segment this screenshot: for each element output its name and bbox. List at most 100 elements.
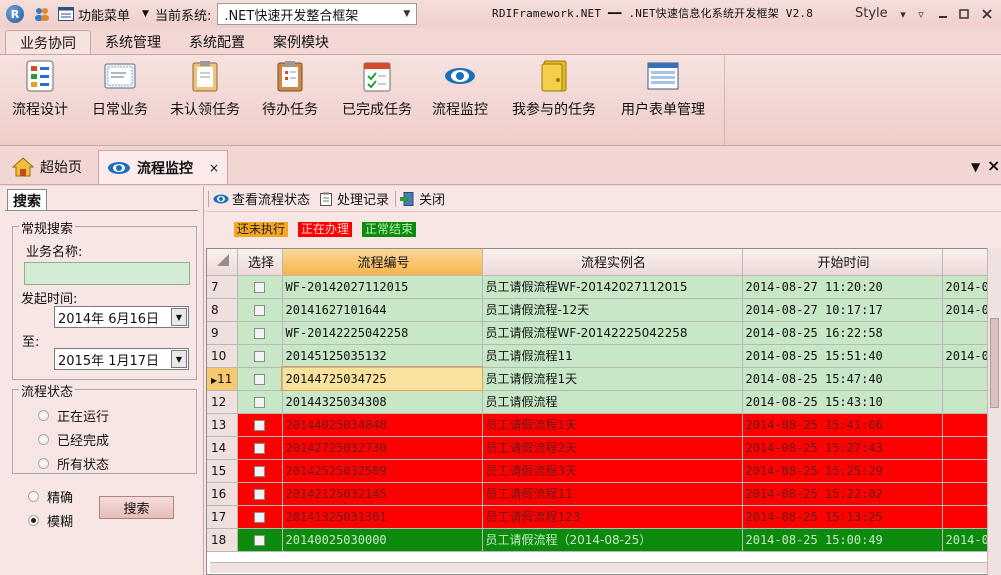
tab-start-page[interactable]: 超始页 — [4, 150, 90, 184]
cell-instance-name[interactable]: 员工请假流程-12天 — [482, 298, 743, 322]
checkbox-icon[interactable] — [254, 281, 265, 293]
row-checkbox[interactable] — [237, 321, 283, 345]
select-all-corner[interactable] — [207, 249, 238, 276]
checkbox-icon[interactable] — [254, 396, 265, 408]
cell-start-time[interactable]: 2014-08-25 15:13:25 — [742, 505, 943, 529]
checkbox-icon[interactable] — [254, 511, 265, 523]
tab-list-chevron-icon[interactable]: ▼ — [971, 160, 980, 174]
table-row[interactable]: 10 20145125035132 员工请假流程11 2014-08-25 15:51… — [207, 344, 1000, 368]
cell-workflow-id[interactable]: 20142125032145 — [282, 482, 483, 506]
cell-workflow-id[interactable]: 20140025030000 — [282, 528, 483, 552]
checkbox-icon[interactable] — [254, 442, 265, 454]
row-header[interactable]: 14 — [207, 436, 238, 460]
status-completed-radio[interactable]: 已经完成 — [38, 430, 109, 449]
menu-icon[interactable] — [58, 6, 74, 22]
vertical-scrollbar[interactable] — [987, 248, 1001, 575]
row-header[interactable]: ▶11 — [207, 367, 238, 391]
cell-start-time[interactable]: 2014-08-25 15:27:43 — [742, 436, 943, 460]
column-header-instance-name[interactable]: 流程实例名 — [482, 249, 743, 276]
cell-workflow-id[interactable]: WF-20142225042258 — [282, 321, 483, 345]
checkbox-icon[interactable] — [254, 534, 265, 546]
cell-workflow-id[interactable]: 20142725032730 — [282, 436, 483, 460]
current-system-select[interactable]: .NET快速开发整合框架 ▼ — [217, 3, 418, 25]
checkbox-icon[interactable] — [254, 419, 265, 431]
match-fuzzy-radio[interactable]: 模糊 — [28, 511, 73, 530]
cell-start-time[interactable]: 2014-08-25 16:22:58 — [742, 321, 943, 345]
process-log-button[interactable]: 处理记录 — [318, 189, 389, 208]
close-all-tabs-icon[interactable]: × — [987, 156, 1000, 175]
table-row[interactable]: 8 20141627101644 员工请假流程-12天 2014-08-27 10:1… — [207, 298, 1000, 322]
cell-workflow-id[interactable]: 20145125035132 — [282, 344, 483, 368]
cell-start-time[interactable]: 2014-08-25 15:00:49 — [742, 528, 943, 552]
maximize-icon[interactable] — [957, 7, 971, 21]
row-checkbox[interactable] — [237, 482, 283, 506]
cell-instance-name[interactable]: 员工请假流程 — [482, 390, 743, 414]
cell-instance-name[interactable]: 员工请假流程（2014-08-25） — [482, 528, 743, 552]
business-name-input[interactable] — [24, 262, 190, 285]
help-icon[interactable]: ▿ — [914, 7, 928, 21]
table-row[interactable]: 18 20140025030000 员工请假流程（2014-08-25） 2014-0… — [207, 528, 1000, 552]
cell-start-time[interactable]: 2014-08-25 15:41:06 — [742, 413, 943, 437]
cell-start-time[interactable]: 2014-08-27 11:20:20 — [742, 275, 943, 299]
status-running-radio[interactable]: 正在运行 — [38, 406, 109, 425]
row-header[interactable]: 17 — [207, 505, 238, 529]
cell-workflow-id[interactable]: 20142525032509 — [282, 459, 483, 483]
column-header-workflow-id[interactable]: 流程编号 — [282, 249, 483, 276]
workflow-design-button[interactable]: 流程设计 — [12, 59, 68, 119]
checkbox-icon[interactable] — [254, 350, 265, 362]
row-header[interactable]: 15 — [207, 459, 238, 483]
row-checkbox[interactable] — [237, 390, 283, 414]
row-checkbox[interactable] — [237, 413, 283, 437]
minimize-icon[interactable] — [936, 7, 950, 21]
chevron-down-icon[interactable]: ▼ — [142, 9, 149, 19]
row-checkbox[interactable] — [237, 505, 283, 529]
cell-start-time[interactable]: 2014-08-25 15:22:02 — [742, 482, 943, 506]
todo-task-button[interactable]: 待办任务 — [262, 59, 318, 119]
checkbox-icon[interactable] — [254, 373, 265, 385]
cell-start-time[interactable]: 2014-08-25 15:25:29 — [742, 459, 943, 483]
cell-workflow-id[interactable]: 20144325034308 — [282, 390, 483, 414]
checkbox-icon[interactable] — [254, 488, 265, 500]
cell-workflow-id[interactable]: WF-20142027112015 — [282, 275, 483, 299]
cell-instance-name[interactable]: 员工请假流程11 — [482, 344, 743, 368]
ribbon-tab-business[interactable]: 业务协同 — [5, 30, 91, 54]
start-date-picker[interactable]: 2014年 6月16日 ▼ — [54, 306, 189, 328]
row-checkbox[interactable] — [237, 528, 283, 552]
row-checkbox[interactable] — [237, 459, 283, 483]
tab-close-icon[interactable]: × — [209, 161, 219, 175]
row-checkbox[interactable] — [237, 436, 283, 460]
row-header[interactable]: 8 — [207, 298, 238, 322]
checkbox-icon[interactable] — [254, 304, 265, 316]
completed-task-button[interactable]: 已完成任务 — [342, 59, 412, 119]
row-checkbox[interactable] — [237, 298, 283, 322]
chevron-down-icon[interactable]: ▼ — [171, 350, 187, 368]
row-header[interactable]: 16 — [207, 482, 238, 506]
cell-instance-name[interactable]: 员工请假流程WF-20142027112015 — [482, 275, 743, 299]
cell-workflow-id[interactable]: 20141325031301 — [282, 505, 483, 529]
daily-business-button[interactable]: 日常业务 — [92, 59, 148, 119]
table-row[interactable]: 17 20141325031301 员工请假流程123 2014-08-25 15:1… — [207, 505, 1000, 529]
table-row[interactable]: 13 20144025034048 员工请假流程1天 2014-08-25 15:41… — [207, 413, 1000, 437]
cell-instance-name[interactable]: 员工请假流程1天 — [482, 367, 743, 391]
row-header[interactable]: 10 — [207, 344, 238, 368]
column-header-start-time[interactable]: 开始时间 — [742, 249, 943, 276]
row-header[interactable]: 13 — [207, 413, 238, 437]
row-checkbox[interactable] — [237, 275, 283, 299]
table-row[interactable]: 15 20142525032509 员工请假流程3天 2014-08-25 15:25… — [207, 459, 1000, 483]
ribbon-tab-examples[interactable]: 案例模块 — [259, 30, 343, 54]
cell-workflow-id[interactable]: 20141627101644 — [282, 298, 483, 322]
horizontal-scrollbar[interactable] — [210, 562, 990, 573]
tab-workflow-monitor[interactable]: 流程监控 × — [98, 150, 229, 184]
column-header-select[interactable]: 选择 — [237, 249, 283, 276]
unclaimed-task-button[interactable]: 未认领任务 — [170, 59, 240, 119]
workflow-monitor-button[interactable]: 流程监控 — [432, 59, 488, 119]
checkbox-icon[interactable] — [254, 327, 265, 339]
cell-instance-name[interactable]: 员工请假流程123 — [482, 505, 743, 529]
function-menu-label[interactable]: 功能菜单 — [78, 5, 130, 24]
row-header[interactable]: 18 — [207, 528, 238, 552]
status-all-radio[interactable]: 所有状态 — [38, 454, 109, 473]
close-icon[interactable] — [980, 7, 994, 21]
cell-instance-name[interactable]: 员工请假流程WF-20142225042258 — [482, 321, 743, 345]
cell-workflow-id[interactable]: 20144725034725 — [281, 366, 483, 391]
cell-instance-name[interactable]: 员工请假流程3天 — [482, 459, 743, 483]
